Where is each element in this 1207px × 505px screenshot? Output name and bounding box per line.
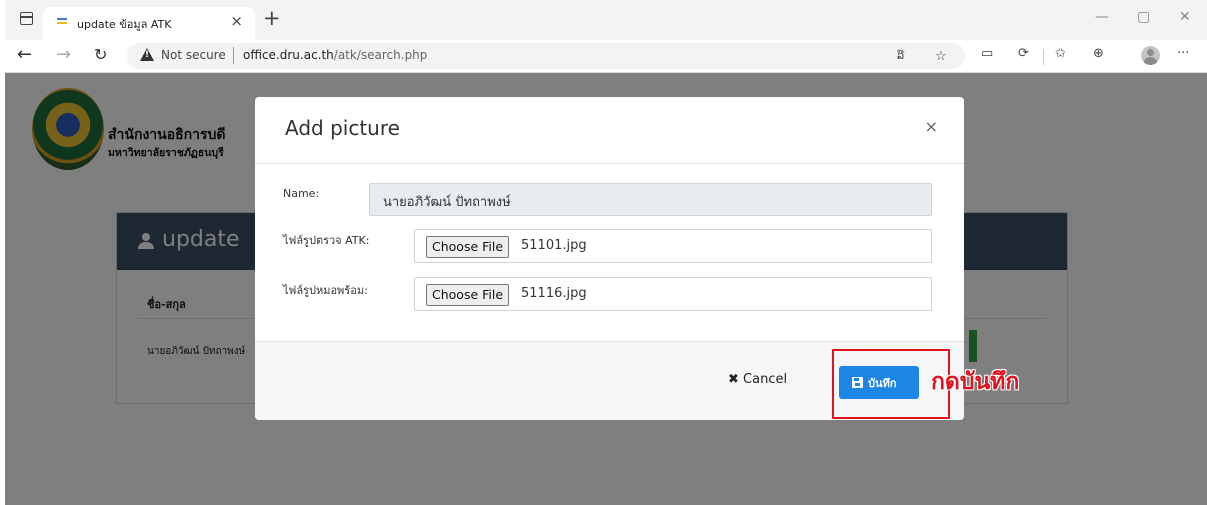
atk-file-name: 51101.jpg <box>521 238 587 253</box>
cancel-label: Cancel <box>743 372 788 387</box>
cancel-icon: ✖ <box>728 372 739 387</box>
collections-icon[interactable]: ▭ <box>981 46 993 61</box>
atk-choose-file-button[interactable]: Choose File <box>426 236 510 258</box>
browser-window: update ข้อมูล ATK × + — ▢ ✕ ← → ↻ Not se… <box>5 0 1207 505</box>
toolbar-divider <box>1043 49 1044 65</box>
cancel-button[interactable]: ✖ Cancel <box>728 372 787 387</box>
security-status[interactable]: Not secure <box>161 48 226 62</box>
favorites-icon[interactable]: ✩ <box>1055 46 1066 61</box>
tab-title: update ข้อมูล ATK <box>77 18 172 31</box>
address-bar[interactable]: Not secure office.dru.ac.th/atk/search.p… <box>127 43 965 69</box>
close-window-icon[interactable]: ✕ <box>1179 9 1191 25</box>
atk-file-label: ไฟล์รูปตรวจ ATK: <box>283 234 370 247</box>
tab-actions-icon[interactable] <box>20 12 33 25</box>
url-path: /atk/search.php <box>333 48 428 62</box>
back-icon[interactable]: ← <box>17 44 32 65</box>
doctor-file-label: ไฟล์รูปหมอพร้อม: <box>283 284 368 297</box>
forward-icon[interactable]: → <box>56 44 71 65</box>
restore-icon[interactable]: ▢ <box>1137 9 1150 25</box>
url-divider <box>233 47 234 64</box>
add-favorite-icon[interactable]: ☆ <box>935 49 947 64</box>
doctor-choose-file-button[interactable]: Choose File <box>426 284 510 306</box>
extensions-icon[interactable]: ⟳ <box>1018 46 1029 61</box>
name-field[interactable]: นายอภิวัฒน์ ปัทถาพงษ์ <box>369 183 932 216</box>
doctor-file-input[interactable]: Choose File 51116.jpg <box>414 277 932 311</box>
more-menu-icon[interactable]: ··· <box>1177 46 1189 61</box>
dialog-title: Add picture <box>285 116 400 140</box>
read-aloud-icon[interactable]: ລ໊ <box>897 49 904 62</box>
url-text[interactable]: office.dru.ac.th/atk/search.php <box>243 48 427 62</box>
dialog-header-divider <box>255 163 964 164</box>
new-tab-icon[interactable]: + <box>263 6 281 30</box>
favicon-icon <box>57 18 67 26</box>
name-label: Name: <box>283 187 320 200</box>
doctor-file-name: 51116.jpg <box>521 286 587 301</box>
refresh-icon[interactable]: ↻ <box>94 45 107 64</box>
close-icon[interactable]: × <box>925 117 938 136</box>
url-domain: office.dru.ac.th <box>243 48 334 62</box>
atk-file-input[interactable]: Choose File 51101.jpg <box>414 229 932 263</box>
profile-avatar[interactable] <box>1141 46 1160 65</box>
warning-icon <box>140 48 154 61</box>
annotation-text: กดบันทึก <box>931 369 1020 395</box>
collections-add-icon[interactable]: ⊕ <box>1093 46 1104 61</box>
browser-toolbar: ← → ↻ Not secure office.dru.ac.th/atk/se… <box>5 40 1207 73</box>
minimize-icon[interactable]: — <box>1095 9 1109 25</box>
browser-tab[interactable]: update ข้อมูล ATK × <box>43 7 255 40</box>
tab-strip: update ข้อมูล ATK × + — ▢ ✕ <box>5 0 1207 40</box>
tab-close-icon[interactable]: × <box>230 12 243 30</box>
